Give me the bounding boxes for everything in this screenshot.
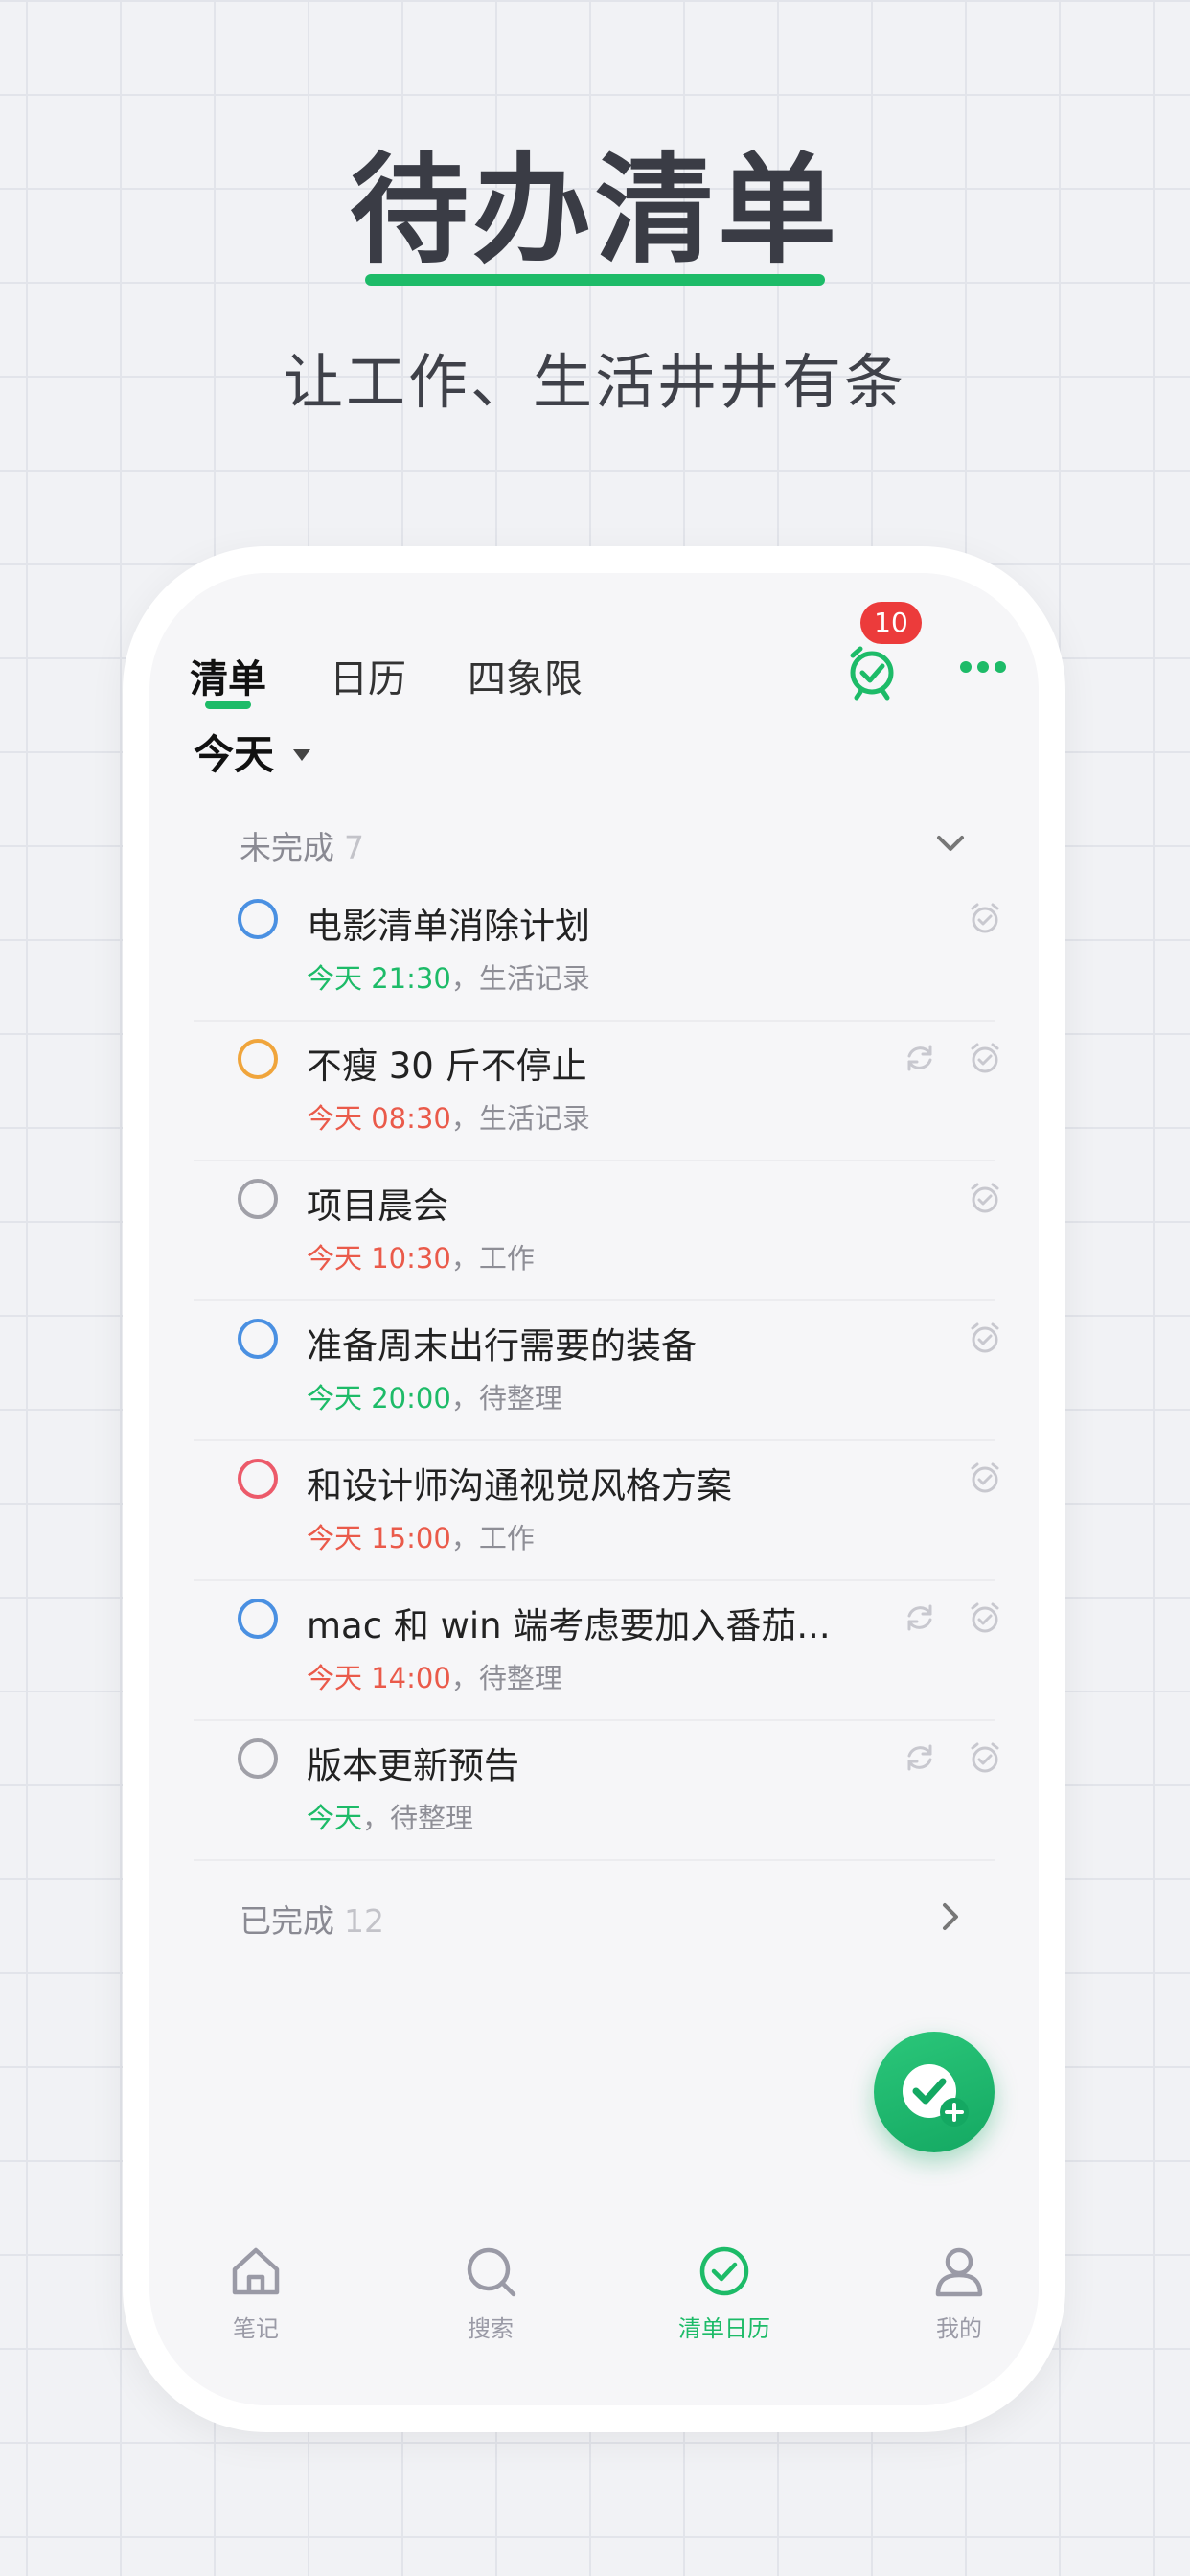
- task-meta: 今天 10:30，工作: [307, 1236, 535, 1276]
- phone-frame: 清单 日历 四象限 10 今天 未完成 7 电影清单消除计划 今天 21:30，…: [123, 546, 1065, 2432]
- task-meta: 今天 08:30，生活记录: [307, 1096, 590, 1137]
- task-list-name: 待整理: [478, 1662, 562, 1694]
- hero-subtitle: 让工作、生活井井有条: [283, 347, 906, 417]
- completed-count: 12: [344, 1902, 384, 1940]
- user-icon: [935, 2247, 983, 2297]
- task-time: 今天 08:30: [307, 1102, 451, 1135]
- task-time: 今天 15:00: [307, 1522, 451, 1554]
- task-checkbox[interactable]: [238, 1039, 278, 1079]
- check-circle-icon: [699, 2246, 749, 2296]
- task-meta: 今天，待整理: [307, 1796, 473, 1836]
- completed-label: 已完成: [240, 1902, 334, 1940]
- task-list-name: 待整理: [478, 1382, 562, 1414]
- task-checkbox[interactable]: [238, 899, 278, 939]
- task-time: 今天 10:30: [307, 1242, 451, 1275]
- task-list-name: 生活记录: [478, 1102, 590, 1135]
- task-row[interactable]: 版本更新预告 今天，待整理: [194, 1721, 999, 1861]
- task-separator: ，: [362, 1802, 391, 1834]
- task-list-name: 生活记录: [478, 962, 590, 995]
- chevron-right-icon: [943, 1903, 958, 1930]
- task-list-name: 待整理: [390, 1802, 474, 1834]
- task-checkbox[interactable]: [238, 1738, 278, 1779]
- task-time: 今天 14:00: [307, 1662, 451, 1694]
- home-icon: [232, 2247, 280, 2295]
- date-filter-dropdown[interactable]: 今天: [194, 717, 366, 794]
- task-checkbox[interactable]: [238, 1179, 278, 1219]
- repeat-icon: [901, 1598, 939, 1637]
- repeat-icon: [901, 1039, 939, 1077]
- nav-profile-label: 我的: [936, 2315, 982, 2342]
- nav-profile[interactable]: 我的: [863, 2241, 1039, 2365]
- task-list-name: 工作: [478, 1242, 535, 1275]
- add-task-button[interactable]: [874, 2032, 995, 2152]
- nav-search[interactable]: 搜索: [395, 2241, 586, 2365]
- tab-calendar[interactable]: 日历: [330, 648, 406, 703]
- hero-title: 待办清单: [349, 142, 840, 280]
- task-title: 电影清单消除计划: [307, 906, 590, 947]
- reminder-alarm-icon[interactable]: [966, 1459, 1004, 1497]
- hero-underline: [365, 274, 825, 286]
- active-tab-indicator: [205, 701, 251, 709]
- task-meta: 今天 21:30，生活记录: [307, 956, 590, 997]
- task-time: 今天: [307, 1802, 363, 1834]
- task-title: 项目晨会: [307, 1185, 448, 1227]
- nav-search-label: 搜索: [468, 2315, 514, 2342]
- task-row[interactable]: 和设计师沟通视觉风格方案 今天 15:00，工作: [194, 1441, 999, 1581]
- reminder-alarm-icon[interactable]: [966, 1319, 1004, 1357]
- alarm-count-badge: 10: [860, 602, 922, 644]
- incomplete-label: 未完成: [240, 829, 334, 866]
- task-separator: ，: [450, 1242, 479, 1275]
- nav-notes[interactable]: 笔记: [160, 2241, 352, 2365]
- task-title: 不瘦 30 斤不停止: [307, 1046, 587, 1087]
- task-title: mac 和 win 端考虑要加入番茄...: [307, 1605, 831, 1646]
- task-list-name: 工作: [478, 1522, 535, 1554]
- reminder-alarm-icon[interactable]: [966, 899, 1004, 937]
- task-checkbox[interactable]: [238, 1319, 278, 1359]
- incomplete-count: 7: [344, 829, 364, 866]
- bottom-navigation: 笔记 搜索 清单日历 我的: [149, 2241, 1039, 2405]
- task-meta: 今天 15:00，工作: [307, 1516, 535, 1556]
- task-meta: 今天 14:00，待整理: [307, 1656, 562, 1696]
- task-separator: ，: [450, 1102, 479, 1135]
- date-filter-label: 今天: [194, 731, 275, 778]
- reminder-alarm-icon[interactable]: [966, 1179, 1004, 1217]
- task-separator: ，: [450, 1522, 479, 1554]
- reminder-alarm-icon[interactable]: [966, 1738, 1004, 1777]
- tab-list[interactable]: 清单: [190, 648, 266, 703]
- task-title: 版本更新预告: [307, 1745, 519, 1786]
- repeat-icon: [901, 1738, 939, 1777]
- tab-quadrant[interactable]: 四象限: [468, 648, 583, 703]
- task-row[interactable]: 电影清单消除计划 今天 21:30，生活记录: [194, 882, 999, 1022]
- reminder-alarm-icon[interactable]: [966, 1039, 1004, 1077]
- check-plus-icon: [903, 2064, 969, 2127]
- nav-todo-calendar-label: 清单日历: [678, 2315, 770, 2342]
- nav-todo-calendar[interactable]: 清单日历: [629, 2241, 820, 2365]
- task-separator: ，: [450, 962, 479, 995]
- caret-down-icon: [293, 749, 310, 761]
- task-separator: ，: [450, 1382, 479, 1414]
- task-checkbox[interactable]: [238, 1598, 278, 1639]
- more-button[interactable]: [956, 648, 1010, 686]
- completed-section-header[interactable]: 已完成 12: [194, 1878, 995, 1955]
- incomplete-section-header[interactable]: 未完成 7: [194, 805, 995, 882]
- task-time: 今天 20:00: [307, 1382, 451, 1414]
- task-row[interactable]: 准备周末出行需要的装备 今天 20:00，待整理: [194, 1301, 999, 1441]
- chevron-down-icon: [937, 836, 964, 851]
- task-separator: ，: [450, 1662, 479, 1694]
- task-meta: 今天 20:00，待整理: [307, 1376, 562, 1416]
- nav-notes-label: 笔记: [233, 2315, 279, 2342]
- task-checkbox[interactable]: [238, 1459, 278, 1499]
- task-row[interactable]: 项目晨会今天 10:30，工作: [194, 1162, 999, 1301]
- task-title: 准备周末出行需要的装备: [307, 1325, 697, 1367]
- search-icon: [467, 2247, 516, 2297]
- reminder-alarm-icon[interactable]: [966, 1598, 1004, 1637]
- more-dots-icon: [960, 661, 1006, 673]
- task-row[interactable]: 不瘦 30 斤不停止 今天 08:30，生活记录: [194, 1022, 999, 1162]
- app-screen: 清单 日历 四象限 10 今天 未完成 7 电影清单消除计划 今天 21:30，…: [149, 573, 1039, 2405]
- task-row[interactable]: mac 和 win 端考虑要加入番茄... 今天 14:00，待整理: [194, 1581, 999, 1721]
- task-title: 和设计师沟通视觉风格方案: [307, 1465, 732, 1506]
- task-time: 今天 21:30: [307, 962, 451, 995]
